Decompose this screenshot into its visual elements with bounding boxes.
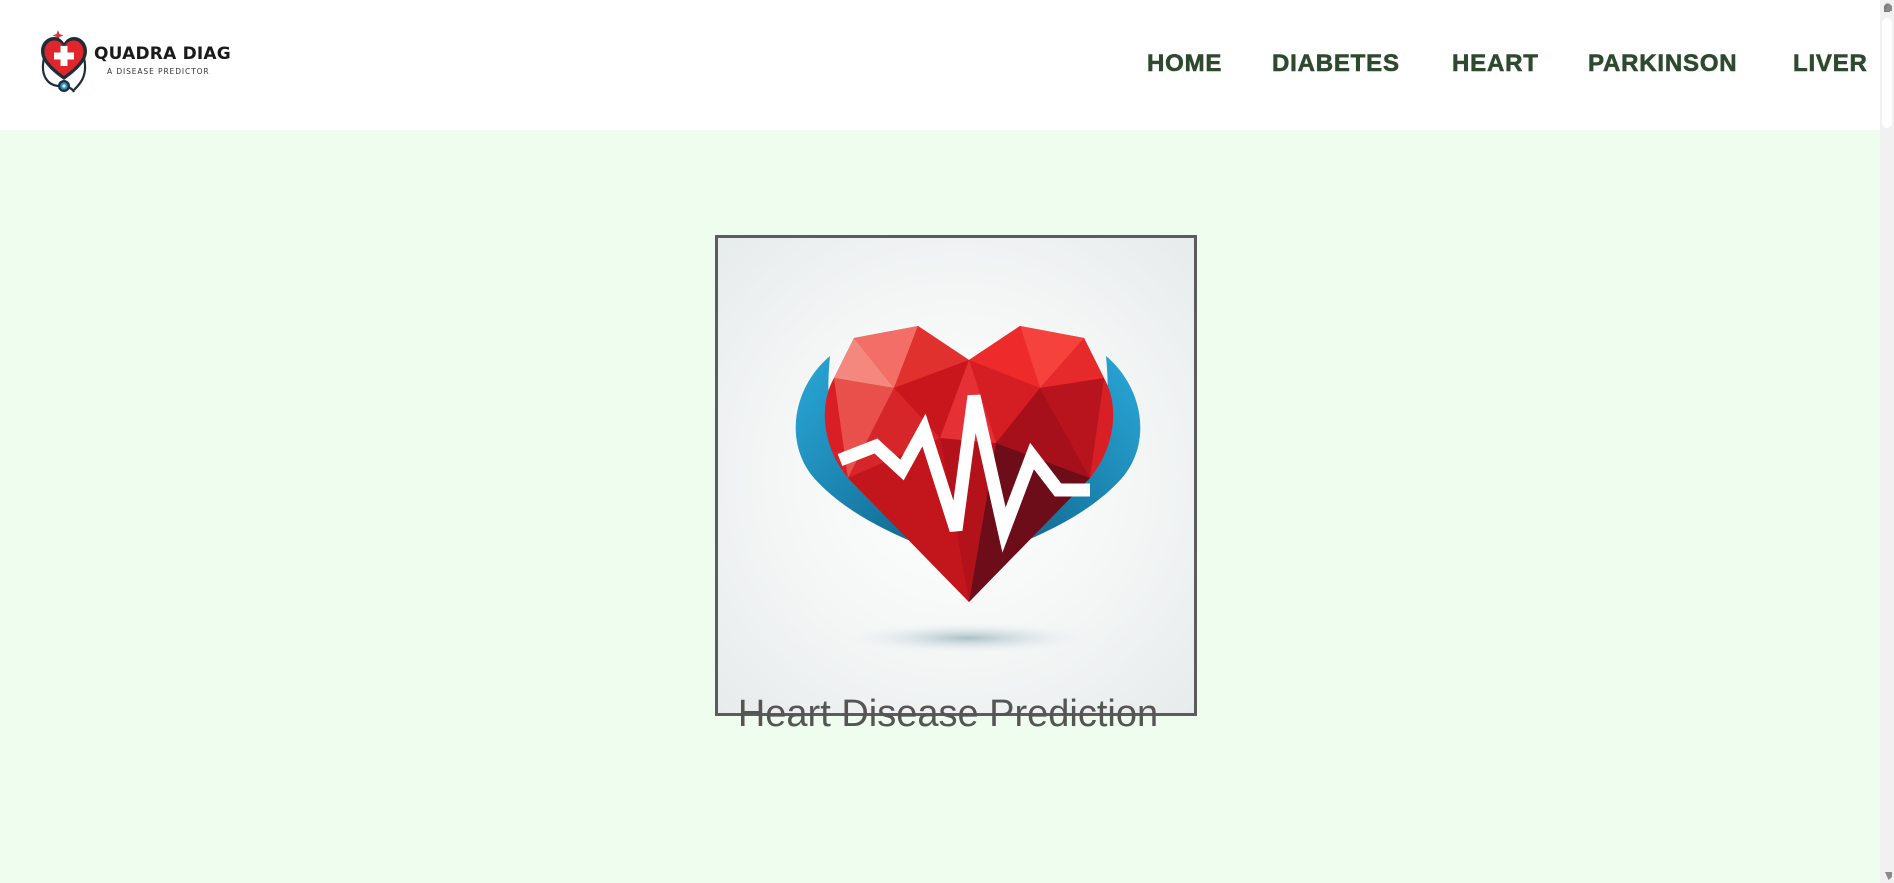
nav-heart[interactable]: HEART (1452, 50, 1539, 78)
page: QUADRA DIAG A DISEASE PREDICTOR HOME DIA… (0, 0, 1894, 883)
nav-home[interactable]: HOME (1147, 50, 1222, 78)
logo-subtitle: A DISEASE PREDICTOR (107, 67, 210, 76)
nav-diabetes[interactable]: DIABETES (1272, 50, 1400, 78)
scroll-down-arrow-icon[interactable] (1880, 867, 1894, 883)
nav-parkinson[interactable]: PARKINSON (1588, 50, 1737, 78)
vertical-scrollbar[interactable] (1880, 0, 1894, 883)
scroll-up-arrow-icon[interactable] (1880, 0, 1894, 16)
page-title: Heart Disease Prediction (737, 693, 1159, 735)
main-content: Heart Disease Prediction (0, 130, 1880, 883)
heart-pulse-illustration (795, 326, 1141, 653)
hero-image-frame (715, 235, 1197, 716)
brand-logo[interactable]: QUADRA DIAG A DISEASE PREDICTOR (38, 28, 231, 96)
scroll-thumb[interactable] (1882, 18, 1892, 128)
logo-title: QUADRA DIAG (94, 44, 231, 64)
nav-liver[interactable]: LIVER (1793, 50, 1868, 78)
heart-cross-stethoscope-icon (41, 30, 87, 93)
site-header: QUADRA DIAG A DISEASE PREDICTOR HOME DIA… (0, 0, 1880, 130)
